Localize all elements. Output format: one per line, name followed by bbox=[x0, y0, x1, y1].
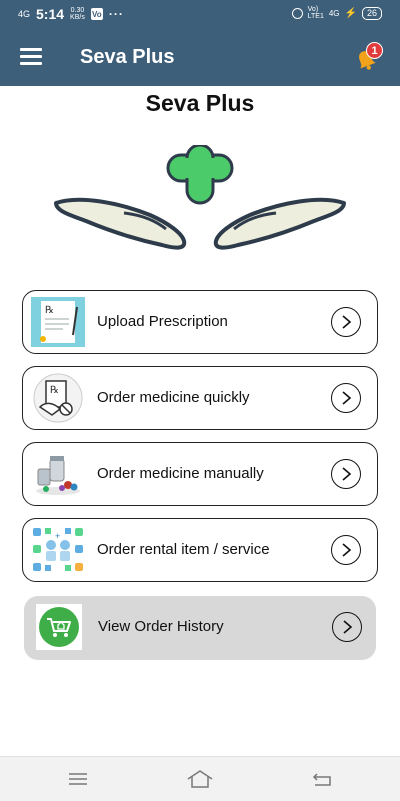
signal-indicator: 4G bbox=[18, 8, 31, 19]
volte-app-icon: Vo bbox=[90, 8, 103, 20]
clock: 5:14 bbox=[36, 6, 65, 22]
system-navigation-bar bbox=[0, 756, 400, 801]
chevron-right-icon bbox=[332, 612, 362, 642]
page-title: Seva Plus bbox=[145, 90, 255, 116]
network-speed: 0.30 KB/s bbox=[70, 7, 85, 21]
prescription-icon: ℞ bbox=[31, 297, 85, 347]
chevron-right-icon bbox=[331, 307, 361, 337]
order-rental-item-label: Order rental item / service bbox=[97, 541, 270, 558]
status-bar: 4G 5:14 0.30 KB/s Vo ··· Vo) LTE1 4G ⚡ 2… bbox=[0, 0, 400, 30]
home-button[interactable] bbox=[180, 767, 220, 791]
quick-order-icon: ℞ bbox=[31, 373, 85, 423]
order-rental-item-button[interactable]: + Order rental item / service bbox=[22, 518, 378, 582]
back-button[interactable] bbox=[302, 767, 342, 791]
more-notifications-icon: ··· bbox=[108, 7, 124, 21]
chevron-right-icon bbox=[331, 459, 361, 489]
medical-equipment-icon: + bbox=[31, 525, 85, 575]
order-medicine-quickly-button[interactable]: ℞ Order medicine quickly bbox=[22, 366, 378, 430]
chevron-right-icon bbox=[331, 383, 361, 413]
charging-icon: ⚡ bbox=[344, 7, 357, 19]
cart-history-icon bbox=[36, 604, 82, 650]
volte-indicator: Vo) LTE1 bbox=[307, 6, 324, 20]
recent-apps-icon bbox=[69, 773, 87, 785]
order-medicine-manually-label: Order medicine manually bbox=[97, 465, 264, 482]
svg-text:℞: ℞ bbox=[50, 385, 59, 396]
battery-level: 26 bbox=[361, 6, 382, 20]
notification-badge: 1 bbox=[366, 42, 383, 59]
network-type: 4G bbox=[328, 8, 340, 18]
menu-icon[interactable] bbox=[20, 47, 42, 67]
svg-text:℞: ℞ bbox=[45, 305, 54, 316]
notification-button[interactable]: 1 bbox=[354, 42, 383, 72]
header: 4G 5:14 0.30 KB/s Vo ··· Vo) LTE1 4G ⚡ 2… bbox=[0, 0, 400, 86]
network-speed-unit: KB/s bbox=[70, 14, 85, 21]
back-icon bbox=[312, 773, 331, 786]
order-medicine-manually-button[interactable]: Order medicine manually bbox=[22, 442, 378, 506]
medicine-bottles-icon bbox=[31, 449, 85, 499]
svg-text:+: + bbox=[55, 531, 60, 541]
upload-prescription-button[interactable]: ℞ Upload Prescription bbox=[22, 290, 378, 354]
upload-prescription-label: Upload Prescription bbox=[97, 313, 228, 330]
app-title: Seva Plus bbox=[80, 46, 175, 68]
alarm-icon bbox=[291, 7, 303, 19]
home-icon bbox=[187, 770, 213, 788]
view-order-history-button[interactable]: View Order History bbox=[24, 596, 376, 660]
app-bar: Seva Plus 1 bbox=[0, 30, 400, 86]
view-order-history-label: View Order History bbox=[98, 618, 224, 635]
recent-apps-button[interactable] bbox=[58, 767, 98, 791]
seva-plus-logo-icon bbox=[54, 145, 346, 250]
order-medicine-quickly-label: Order medicine quickly bbox=[97, 389, 250, 406]
chevron-right-icon bbox=[331, 535, 361, 565]
network-speed-value: 0.30 bbox=[70, 7, 85, 14]
